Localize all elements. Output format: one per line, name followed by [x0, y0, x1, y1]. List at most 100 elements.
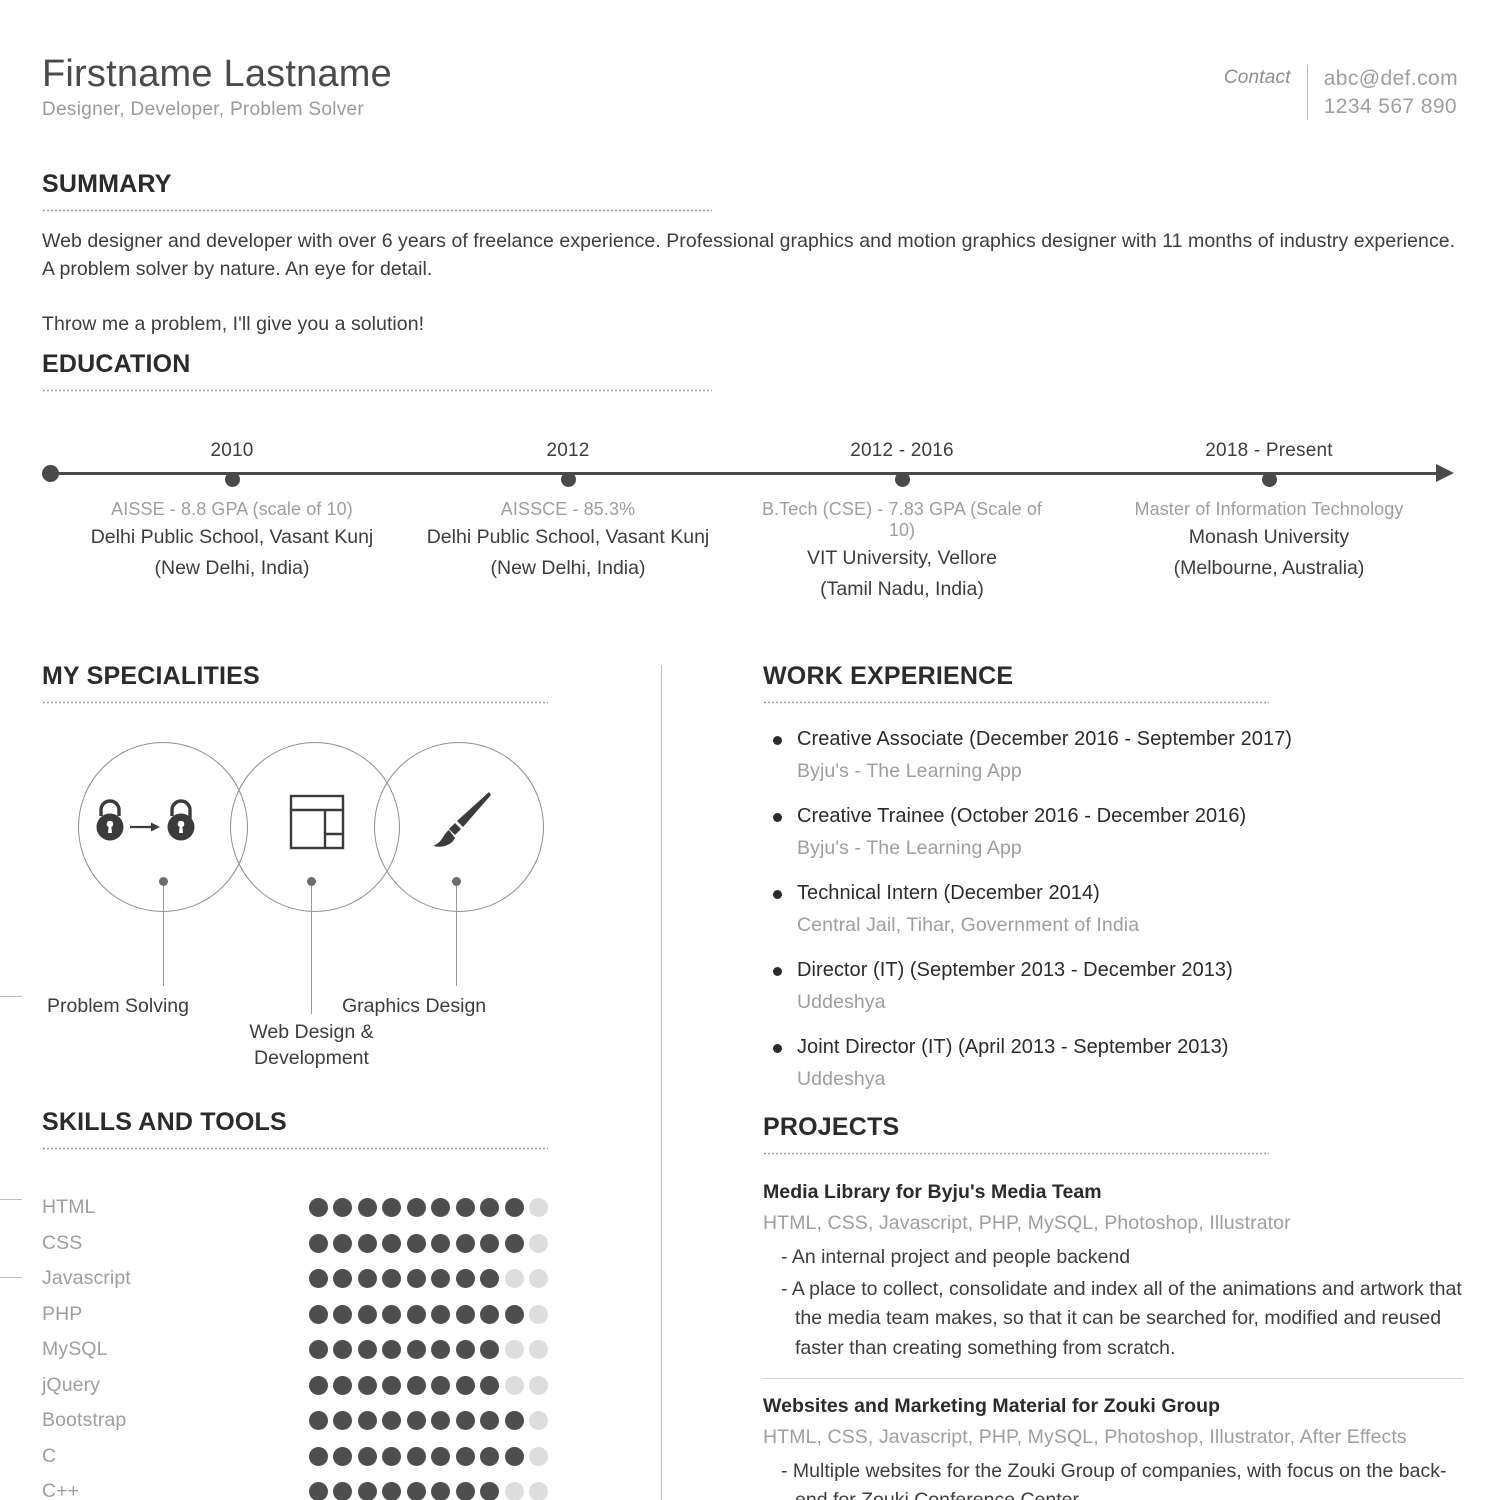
- skill-rating-dots: [308, 1482, 548, 1500]
- rating-dot-filled: [406, 1304, 426, 1324]
- rating-dot-filled: [357, 1198, 377, 1218]
- summary-section: SUMMARY Web designer and developer with …: [42, 170, 1458, 339]
- rating-dot-filled: [382, 1446, 401, 1466]
- education-location: (New Delhi, India): [490, 556, 646, 579]
- timeline-dot: [224, 472, 240, 487]
- skills-list: HTML CSS Javascript PHP MySQL jQuery Bootstrap…: [42, 1190, 548, 1500]
- education-qualification: AISSE - 8.8 GPA (scale of 10): [111, 499, 353, 519]
- rating-dot-filled: [431, 1446, 450, 1466]
- work-experience-item: Director (IT) (September 2013 - December…: [763, 957, 1463, 1014]
- rating-dot-filled: [333, 1375, 352, 1395]
- project-item: Media Library for Byju's Media Team HTML,…: [763, 1181, 1463, 1364]
- skill-rating-dots: [308, 1375, 548, 1395]
- rating-dot-filled: [406, 1411, 426, 1431]
- padlock-unlock-icon: [88, 796, 210, 851]
- timeline-year: 2012 - 2016: [850, 440, 954, 461]
- column-divider: [661, 665, 662, 1500]
- rating-dot-filled: [431, 1411, 450, 1431]
- rating-dot-filled: [480, 1304, 499, 1324]
- section-divider: [42, 1147, 548, 1150]
- work-organisation: Byju's - The Learning App: [797, 837, 1022, 859]
- rating-dot-filled: [357, 1304, 377, 1324]
- section-divider: [42, 209, 712, 212]
- rating-dot-filled: [406, 1446, 426, 1466]
- skill-rating-dots: [308, 1304, 548, 1324]
- rating-dot-empty: [504, 1482, 524, 1500]
- work-experience-item: Creative Associate (December 2016 - Sept…: [763, 726, 1463, 783]
- rating-dot-filled: [406, 1375, 426, 1395]
- skill-row: Bootstrap: [42, 1403, 548, 1439]
- rating-dot-filled: [455, 1304, 475, 1324]
- timeline-year: 2012: [546, 440, 590, 461]
- rating-dot-empty: [529, 1304, 548, 1324]
- rating-dot-filled: [455, 1375, 475, 1395]
- crop-mark: [0, 1199, 22, 1200]
- work-experience-item: Technical Intern (December 2014) Central …: [763, 880, 1463, 937]
- education-institution: Delhi Public School, Vasant Kunj: [90, 526, 374, 548]
- rating-dot-empty: [504, 1340, 524, 1360]
- timeline-start-dot: [42, 465, 59, 482]
- rating-dot-filled: [308, 1375, 328, 1395]
- skill-row: C++: [42, 1474, 548, 1500]
- project-bullet: - Multiple websites for the Zouki Group …: [781, 1459, 1447, 1500]
- rating-dot-filled: [308, 1340, 328, 1360]
- skill-rating-dots: [308, 1446, 548, 1466]
- section-divider: [42, 389, 712, 392]
- work-role: Creative Associate (December 2016 - Sept…: [797, 728, 1293, 750]
- skill-rating-dots: [308, 1269, 548, 1289]
- rating-dot-filled: [431, 1269, 450, 1289]
- rating-dot-empty: [529, 1269, 548, 1289]
- specialities-venn-diagram: Problem Solving Web Design & Development…: [42, 742, 548, 1069]
- skill-label: jQuery: [42, 1373, 101, 1396]
- work-organisation: Uddeshya: [797, 991, 886, 1013]
- education-institution: Monash University: [1188, 526, 1350, 548]
- venn-leader-line: [311, 886, 313, 1014]
- rating-dot-filled: [504, 1446, 524, 1466]
- projects-heading: PROJECTS: [763, 1113, 900, 1141]
- section-divider: [763, 701, 1269, 704]
- rating-dot-filled: [357, 1446, 377, 1466]
- rating-dot-filled: [357, 1233, 377, 1253]
- rating-dot-filled: [480, 1411, 499, 1431]
- venn-leader-line: [456, 886, 458, 986]
- rating-dot-filled: [357, 1482, 377, 1500]
- crop-mark: [0, 996, 22, 997]
- skills-heading: SKILLS AND TOOLS: [42, 1108, 287, 1136]
- timeline-year: 2010: [210, 440, 254, 461]
- rating-dot-filled: [455, 1269, 475, 1289]
- contact-label: Contact: [1223, 67, 1291, 88]
- contact-email[interactable]: abc@def.com: [1324, 65, 1458, 93]
- rating-dot-filled: [406, 1269, 426, 1289]
- project-bullet-list: - An internal project and people backend…: [763, 1243, 1463, 1364]
- work-experience-item: Creative Trainee (October 2016 - Decembe…: [763, 803, 1463, 860]
- rating-dot-filled: [333, 1340, 352, 1360]
- skill-row: MySQL: [42, 1332, 548, 1368]
- rating-dot-filled: [333, 1269, 352, 1289]
- timeline-arrow-icon: [1436, 464, 1454, 482]
- skill-row: jQuery: [42, 1368, 548, 1404]
- rating-dot-filled: [480, 1198, 499, 1218]
- speciality-label: Graphics Design: [342, 995, 487, 1017]
- bullet-icon: [773, 736, 782, 745]
- work-role: Director (IT) (September 2013 - December…: [797, 959, 1233, 981]
- skill-row: PHP: [42, 1297, 548, 1333]
- rating-dot-filled: [431, 1233, 450, 1253]
- timeline-year: 2018 - Present: [1205, 440, 1333, 461]
- rating-dot-filled: [333, 1446, 352, 1466]
- venn-leader-line: [163, 886, 165, 986]
- rating-dot-empty: [529, 1233, 548, 1253]
- education-timeline: 2010 AISSE - 8.8 GPA (scale of 10) Delhi…: [42, 440, 1458, 600]
- bullet-icon: [773, 967, 782, 976]
- rating-dot-filled: [455, 1233, 475, 1253]
- rating-dot-filled: [308, 1482, 328, 1500]
- rating-dot-filled: [308, 1446, 328, 1466]
- education-heading: EDUCATION: [42, 350, 191, 378]
- skill-label: C++: [42, 1480, 80, 1500]
- contact-phone[interactable]: 1234 567 890: [1324, 93, 1458, 121]
- rating-dot-filled: [308, 1411, 328, 1431]
- rating-dot-filled: [480, 1269, 499, 1289]
- skill-label: PHP: [42, 1302, 83, 1325]
- work-experience-heading: WORK EXPERIENCE: [763, 662, 1014, 690]
- rating-dot-filled: [455, 1446, 475, 1466]
- rating-dot-empty: [504, 1269, 524, 1289]
